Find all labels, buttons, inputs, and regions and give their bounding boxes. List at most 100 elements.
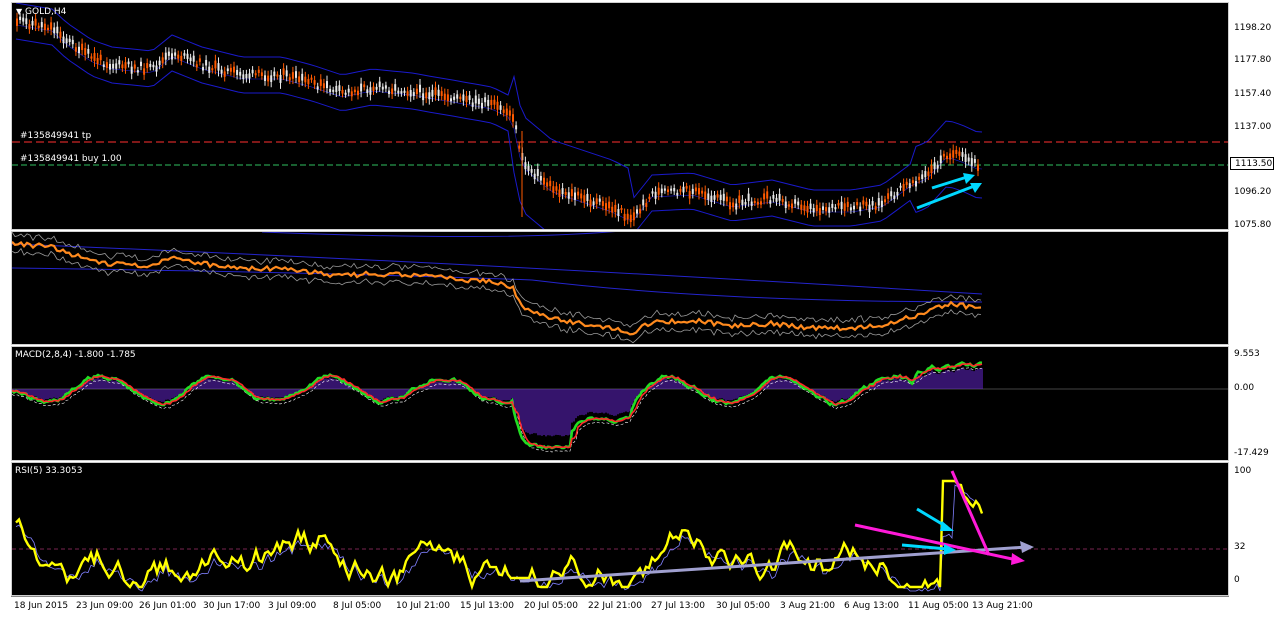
time-axis-label: 20 Jul 05:00 [524,601,578,611]
candle-body [477,98,480,105]
candle-body [632,212,635,221]
candle-body [570,189,573,197]
candle-body [877,198,880,206]
rsi-indicator-pane[interactable]: RSI(5) 33.3053 [11,462,1229,596]
candle-body [592,201,595,206]
candle-body [663,188,666,191]
candle-body [973,159,976,163]
candle-body [270,75,273,82]
candle-body [753,200,756,203]
candle-body [81,43,84,51]
envelope-upper [12,232,982,328]
candle-body [322,83,325,89]
candle-body [688,191,691,199]
chart-title: GOLD,H4 [25,7,67,17]
candle-body [124,62,127,69]
candle-body [710,195,713,203]
candle-body [660,188,663,194]
macd-chart [12,361,1228,453]
candle-body [291,72,294,79]
candle-body [791,203,793,209]
candle-body [78,46,80,54]
candle-body [812,208,815,213]
candle-body [611,206,614,213]
candle-body [456,94,459,99]
candle-body [769,200,772,204]
candle-body [149,63,152,67]
dropdown-triangle-icon[interactable]: ▼ [16,7,22,16]
candle-body [639,208,642,214]
candle-body [967,157,970,162]
candle-body [679,189,682,192]
candle-body [282,68,285,75]
candle-body [28,24,31,30]
rsi-drop-trendline [950,470,991,556]
candle-body [468,95,471,101]
rsi-tick: 32 [1234,542,1246,552]
candle-body [310,77,313,80]
candle-body [357,90,359,96]
candle-body [862,200,865,205]
candle-body [422,93,425,101]
candle-body [589,199,592,207]
candle-body [636,209,638,214]
time-axis-label: 23 Jun 09:00 [76,601,134,611]
candle-body [887,193,890,199]
macd-tick: -17.429 [1234,448,1269,458]
candle-body [499,105,502,110]
candle-body [313,80,316,85]
candle-body [459,96,462,100]
current-price-tag: 1113.50 [1230,157,1274,170]
candle-body [781,199,784,202]
candle-body [264,75,266,81]
candle-body [226,68,229,72]
candle-body [127,61,130,65]
candle-body [257,69,260,73]
candle-body [667,189,669,193]
candle-body [853,205,855,210]
macd-indicator-pane[interactable]: MACD(2,8,4) -1.800 -1.785 [11,346,1229,461]
macd-tick: 9.553 [1234,349,1260,359]
candle-body [198,58,201,62]
price-chart [12,3,1228,229]
candle-body [406,91,409,97]
candle-body [809,203,812,210]
candle-body [403,90,406,93]
candle-body [496,101,499,110]
candle-body [908,183,911,189]
candle-body [217,63,220,71]
candle-body [651,191,654,194]
candle-body [443,93,446,100]
candle-body [505,108,508,116]
candle-body [347,88,350,93]
arrow-head-icon [963,173,975,184]
candle-body [316,86,319,90]
price-tick: 1075.80 [1234,220,1272,230]
candle-body [893,195,896,199]
candle-body [59,31,62,38]
candle-body [267,75,270,82]
candle-body [285,70,288,77]
candle-body [434,87,437,95]
candle-body [220,69,223,74]
candle-body [955,149,958,155]
candle-body [580,193,583,199]
candle-body [332,89,335,92]
candle-body [868,204,871,213]
time-axis-label: 6 Aug 13:00 [844,601,899,611]
candle-body [453,96,456,100]
candle-body [115,63,118,69]
ma-indicator-pane[interactable] [11,231,1229,345]
rsi-label: RSI(5) 33.3053 [15,466,83,476]
candle-body [741,199,744,206]
price-chart-pane[interactable]: ▼ GOLD,H4 #135849941 tp #135849941 buy 1… [11,2,1229,230]
candle-body [725,196,728,202]
candle-body [239,71,242,76]
candle-body [440,91,443,97]
candle-body [936,164,939,169]
macd-tick: 0.00 [1234,383,1255,393]
price-tick: 1137.00 [1234,122,1272,132]
candle-body [397,90,400,94]
candle-body [360,83,363,92]
candle-body [617,209,620,217]
